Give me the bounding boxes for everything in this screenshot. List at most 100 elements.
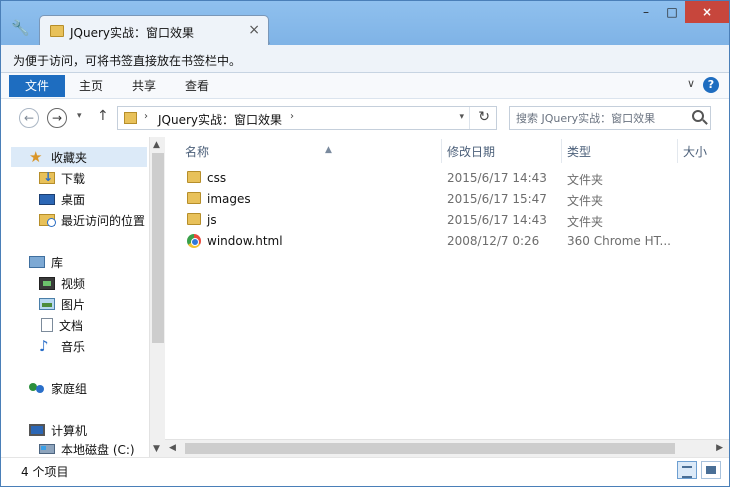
sidebar-item-label: 本地磁盘 (C:) <box>61 442 135 457</box>
file-row[interactable]: images 2015/6/17 15:47 文件夹 <box>165 189 729 210</box>
explorer-window: 🔧 JQuery实战：窗口效果 × – □ × 为便于访问，可将书签直接放在书签… <box>0 0 730 487</box>
scroll-right-icon[interactable]: ▶ <box>716 443 723 453</box>
sidebar-item-local-disk[interactable]: 本地磁盘 (C:) <box>39 441 135 457</box>
scroll-up-icon[interactable]: ▲ <box>153 140 160 150</box>
desktop-icon <box>39 193 55 205</box>
navigation-row: ← → ▾ ↑ › JQuery实战：窗口效果 › ▾ ↻ <box>1 99 729 137</box>
scroll-left-icon[interactable]: ◀ <box>169 443 176 453</box>
ribbon-tab-home[interactable]: 主页 <box>79 75 103 97</box>
file-type: 360 Chrome HT... <box>567 234 671 248</box>
up-button[interactable]: ↑ <box>97 108 109 124</box>
search-box[interactable] <box>509 106 711 130</box>
address-divider <box>469 107 470 129</box>
scrollbar-thumb[interactable] <box>152 153 164 343</box>
sidebar-item-label: 音乐 <box>61 339 86 354</box>
recent-locations-dropdown[interactable]: ▾ <box>77 111 82 121</box>
sidebar-item-desktop[interactable]: 桌面 <box>39 189 85 209</box>
sort-ascending-icon: ▲ <box>325 145 332 155</box>
videos-icon <box>39 276 55 290</box>
sidebar-item-computer[interactable]: 计算机 <box>29 420 87 440</box>
maximize-button[interactable]: □ <box>659 1 685 23</box>
wrench-icon[interactable]: 🔧 <box>11 19 30 37</box>
sidebar-item-libraries[interactable]: 库 <box>29 252 63 272</box>
file-list-scrollbar[interactable]: ◀ ▶ <box>165 439 729 457</box>
sidebar-item-music[interactable]: ♪ 音乐 <box>39 336 85 356</box>
sidebar-item-documents[interactable]: 文档 <box>39 315 83 335</box>
tab-active[interactable]: JQuery实战：窗口效果 × <box>39 15 269 46</box>
sidebar-item-downloads[interactable]: 下载 <box>39 168 85 188</box>
column-separator[interactable] <box>561 139 562 163</box>
breadcrumb-current[interactable]: JQuery实战：窗口效果 <box>158 111 282 128</box>
downloads-folder-icon <box>39 170 55 184</box>
large-icons-view-button[interactable] <box>701 461 721 479</box>
homegroup-icon <box>29 380 45 396</box>
sidebar-item-label: 下载 <box>61 171 86 186</box>
sidebar-item-videos[interactable]: 视频 <box>39 273 85 293</box>
library-icon <box>29 256 45 268</box>
computer-icon <box>29 424 45 436</box>
minimize-button[interactable]: – <box>633 1 659 23</box>
back-button[interactable]: ← <box>19 108 39 128</box>
music-icon: ♪ <box>39 337 49 355</box>
tab-close-button[interactable]: × <box>248 22 260 38</box>
forward-button[interactable]: → <box>47 108 67 128</box>
column-separator[interactable] <box>677 139 678 163</box>
file-row[interactable]: css 2015/6/17 14:43 文件夹 <box>165 168 729 189</box>
chrome-html-icon <box>187 234 201 248</box>
file-date: 2015/6/17 15:47 <box>447 192 547 206</box>
ribbon-tab-share[interactable]: 共享 <box>132 75 156 97</box>
address-bar[interactable]: › JQuery实战：窗口效果 › ▾ ↻ <box>117 106 497 130</box>
breadcrumb-separator[interactable]: › <box>290 111 294 122</box>
address-dropdown[interactable]: ▾ <box>459 112 464 122</box>
file-name: images <box>207 192 251 206</box>
sidebar-item-recent-places[interactable]: 最近访问的位置 <box>39 210 145 230</box>
folder-icon <box>187 213 201 225</box>
local-disk-icon <box>39 444 55 454</box>
column-header-type[interactable]: 类型 <box>567 141 591 163</box>
sidebar-item-label: 库 <box>51 255 64 270</box>
file-date: 2008/12/7 0:26 <box>447 234 540 248</box>
column-header-date[interactable]: 修改日期 <box>447 141 495 163</box>
bookmark-bar: 为便于访问，可将书签直接放在书签栏中。 <box>1 45 729 73</box>
file-row[interactable]: js 2015/6/17 14:43 文件夹 <box>165 210 729 231</box>
scrollbar-thumb[interactable] <box>185 443 675 454</box>
folder-icon <box>124 112 137 124</box>
sidebar-item-pictures[interactable]: 图片 <box>39 294 85 314</box>
file-type: 文件夹 <box>567 194 604 208</box>
folder-icon <box>187 171 201 183</box>
file-date: 2015/6/17 14:43 <box>447 213 547 227</box>
breadcrumb-separator[interactable]: › <box>144 111 148 122</box>
sidebar-item-label: 桌面 <box>61 192 86 207</box>
recent-places-icon <box>39 214 56 227</box>
title-bar: 🔧 JQuery实战：窗口效果 × – □ × <box>1 1 729 46</box>
file-row[interactable]: window.html 2008/12/7 0:26 360 Chrome HT… <box>165 231 729 252</box>
file-name: window.html <box>207 234 283 248</box>
sidebar-item-favorites[interactable]: ★ 收藏夹 <box>11 147 147 167</box>
ribbon-tab-file[interactable]: 文件 <box>9 75 65 97</box>
sidebar-item-label: 图片 <box>61 297 86 312</box>
search-icon[interactable] <box>692 110 704 122</box>
navigation-scrollbar[interactable]: ▲ ▼ <box>149 137 165 457</box>
column-separator[interactable] <box>441 139 442 163</box>
ribbon-tab-view[interactable]: 查看 <box>185 75 209 97</box>
documents-icon <box>41 318 53 332</box>
tab-title: JQuery实战：窗口效果 <box>70 26 195 40</box>
column-header-name[interactable]: 名称 ▲ <box>185 141 332 163</box>
file-type: 文件夹 <box>567 215 604 229</box>
column-header-label: 名称 <box>185 145 210 159</box>
search-input[interactable] <box>516 110 684 126</box>
ribbon-expand-icon[interactable]: ∨ <box>687 77 695 90</box>
scroll-down-icon[interactable]: ▼ <box>153 444 160 454</box>
column-header-size[interactable]: 大小 <box>683 141 707 163</box>
close-button[interactable]: × <box>685 1 729 23</box>
window-controls: – □ × <box>633 1 729 23</box>
file-type: 文件夹 <box>567 173 604 187</box>
sidebar-item-homegroup[interactable]: 家庭组 <box>29 378 87 398</box>
help-icon[interactable]: ? <box>703 77 719 93</box>
sidebar-item-label: 家庭组 <box>51 381 88 396</box>
details-view-button[interactable] <box>677 461 697 479</box>
refresh-icon[interactable]: ↻ <box>478 109 490 125</box>
item-count: 4 个项目 <box>21 465 69 479</box>
sidebar-item-label: 计算机 <box>51 423 88 438</box>
sidebar-item-label: 最近访问的位置 <box>61 213 146 228</box>
